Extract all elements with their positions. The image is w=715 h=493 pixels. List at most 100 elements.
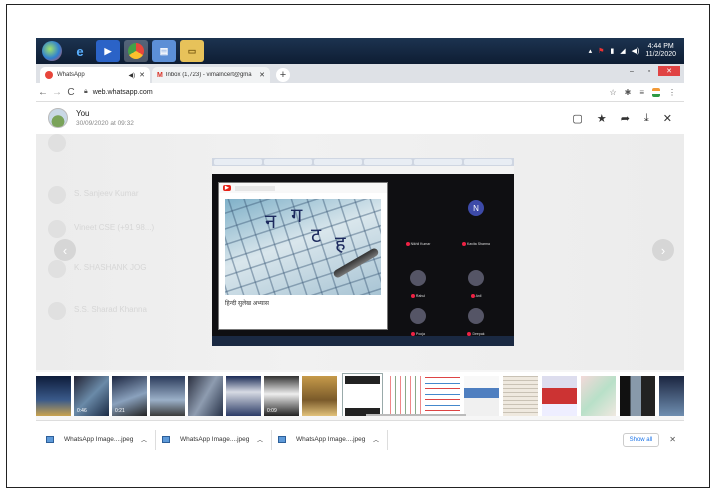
reload-icon[interactable]: C [64,87,78,98]
thumbnail[interactable] [464,376,499,416]
close-shelf-icon[interactable]: ✕ [669,435,676,444]
avatar[interactable] [48,108,68,128]
thumbnail-selected[interactable] [343,374,382,416]
participant-tile: Kavita Sharma [456,234,496,270]
participant-name: Rahul [415,294,426,298]
window-close-icon[interactable]: ✕ [658,66,680,76]
clock[interactable]: 4:44 PM 11/2/2020 [645,43,676,59]
close-tab-icon[interactable]: ✕ [139,71,145,79]
download-name: WhatsApp Image....jpeg [296,436,366,443]
thumbnail[interactable] [150,376,185,416]
download-item[interactable]: WhatsApp Image....jpeg ︿ [46,429,156,450]
image-address-bar [212,166,514,174]
download-icon[interactable]: ⤓ [644,112,649,125]
avatar [48,186,66,204]
chevron-up-icon[interactable]: ︿ [373,435,379,444]
thumbnail[interactable] [386,376,421,416]
thumbnail[interactable] [188,376,223,416]
speaker-icon[interactable]: ◀) [129,72,136,79]
explorer-icon[interactable]: ▭ [180,40,204,62]
clock-date: 11/2/2020 [645,51,676,58]
thumbnail[interactable]: 0:46 [74,376,109,416]
flag-icon[interactable]: ⚑ [598,47,604,55]
chevron-up-icon[interactable]: ︿ [141,435,147,444]
bookmark-star-icon[interactable]: ☆ [609,88,616,97]
extensions-icon[interactable]: ✱ [625,88,632,97]
new-tab-button[interactable]: + [276,68,290,82]
thumbnail[interactable] [542,376,577,416]
thumbnail-duration: 0:21 [115,408,125,414]
media-player-icon[interactable]: ▶ [96,40,120,62]
participant-tile: Nikhil Kumar [398,234,438,270]
video-glyph: ट [311,223,322,247]
avatar [48,260,66,278]
participant-tile: Rahul [398,268,438,304]
thumbnail-duration: 0:46 [77,408,87,414]
thumbnail-strip: 0:46 0:21 0:09 [36,372,684,416]
thumbnail[interactable] [226,376,261,416]
download-name: WhatsApp Image....jpeg [64,436,134,443]
download-item[interactable]: WhatsApp Image....jpeg ︿ [162,429,272,450]
thumbnail[interactable]: 0:09 [264,376,299,416]
chevron-up-icon[interactable]: ︿ [257,435,263,444]
menu-icon[interactable]: ⋮ [668,88,676,97]
video-glyph: न [265,209,277,233]
thumbnail[interactable] [659,376,684,416]
star-icon[interactable]: ★ [597,112,607,125]
tab-gmail[interactable]: M Inbox (1,723) - vimalncert@gma ✕ [152,67,270,83]
tab-label: Inbox (1,723) - vimalncert@gma [165,72,252,78]
volume-icon[interactable]: ◀) [632,47,640,55]
reading-list-icon[interactable]: ≡ [639,88,644,97]
windows-taskbar: e ▶ ▤ ▭ ▴ ⚑ ▮ ◢ ◀) 4:44 PM 11/2/2020 [36,38,684,64]
close-icon[interactable]: ✕ [663,112,672,125]
forward-nav-icon[interactable]: → [50,87,64,98]
thumbnail[interactable] [36,376,71,416]
minimize-icon[interactable]: – [624,66,640,76]
lock-icon[interactable]: 🔒︎ [84,88,88,96]
back-icon[interactable]: ← [36,87,50,98]
forward-icon[interactable]: ➦ [621,112,630,125]
ie-icon[interactable]: e [68,40,92,62]
thumbnail[interactable] [581,376,616,416]
thumbnail[interactable] [425,376,460,416]
thumbnail[interactable] [620,376,655,416]
previous-media-button[interactable]: ‹ [54,239,76,261]
maximize-icon[interactable]: ▫ [641,66,657,76]
backdrop-item: K. SHASHANK JOG [48,260,188,280]
tab-whatsapp[interactable]: WhatsApp ◀) ✕ [40,67,150,83]
viewer-actions: ▢ ★ ➦ ⤓ ✕ [572,112,684,125]
download-shelf: WhatsApp Image....jpeg ︿ WhatsApp Image.… [36,420,684,458]
network-icon[interactable]: ▮ [610,47,614,55]
participant-avatar [468,270,484,286]
backdrop-chat-name: S.S. Sharad Khanna [74,305,147,314]
tray-arrow-icon[interactable]: ▴ [589,47,593,55]
show-all-button[interactable]: Show all [622,432,660,447]
sender-info: You 30/09/2020 at 09:32 [76,109,134,127]
thumbnail[interactable] [302,376,337,416]
media-image: ▶ न ग ट ह हिन्दी सुलेख अभ्यास N Nikhil K… [212,158,514,346]
image-participants-panel: N Nikhil Kumar Kavita Sharma Rahul Anil [396,182,508,342]
close-tab-icon[interactable]: ✕ [259,71,265,79]
thumbnail[interactable] [503,376,538,416]
participant-avatar [410,308,426,324]
participant-name: Nikhil Kumar [410,242,431,246]
participant-name: Anil [475,294,482,298]
next-media-button[interactable]: › [652,239,674,261]
participant-tile: N [456,198,496,234]
address-bar[interactable]: 🔒︎ web.whatsapp.com [84,88,153,96]
screen: e ▶ ▤ ▭ ▴ ⚑ ▮ ◢ ◀) 4:44 PM 11/2/2020 Wha… [36,38,684,458]
gmail-favicon-icon: M [157,71,163,79]
start-button[interactable] [42,41,62,61]
thumbnail[interactable]: 0:21 [112,376,147,416]
chrome-icon[interactable] [124,40,148,62]
youtube-logo-icon: ▶ [223,185,231,191]
profile-avatar-icon[interactable] [652,87,660,97]
thumbnail-scrollbar[interactable] [366,414,466,416]
download-item[interactable]: WhatsApp Image....jpeg ︿ [278,429,388,450]
signal-icon[interactable]: ◢ [620,47,625,55]
window-controls: – ▫ ✕ [624,66,680,76]
notepad-icon[interactable]: ▤ [152,40,176,62]
backdrop-item: S.S. Sharad Khanna [48,302,188,322]
browser-toolbar: ← → C 🔒︎ web.whatsapp.com ☆ ✱ ≡ ⋮ [36,83,684,102]
message-icon[interactable]: ▢ [572,112,582,125]
